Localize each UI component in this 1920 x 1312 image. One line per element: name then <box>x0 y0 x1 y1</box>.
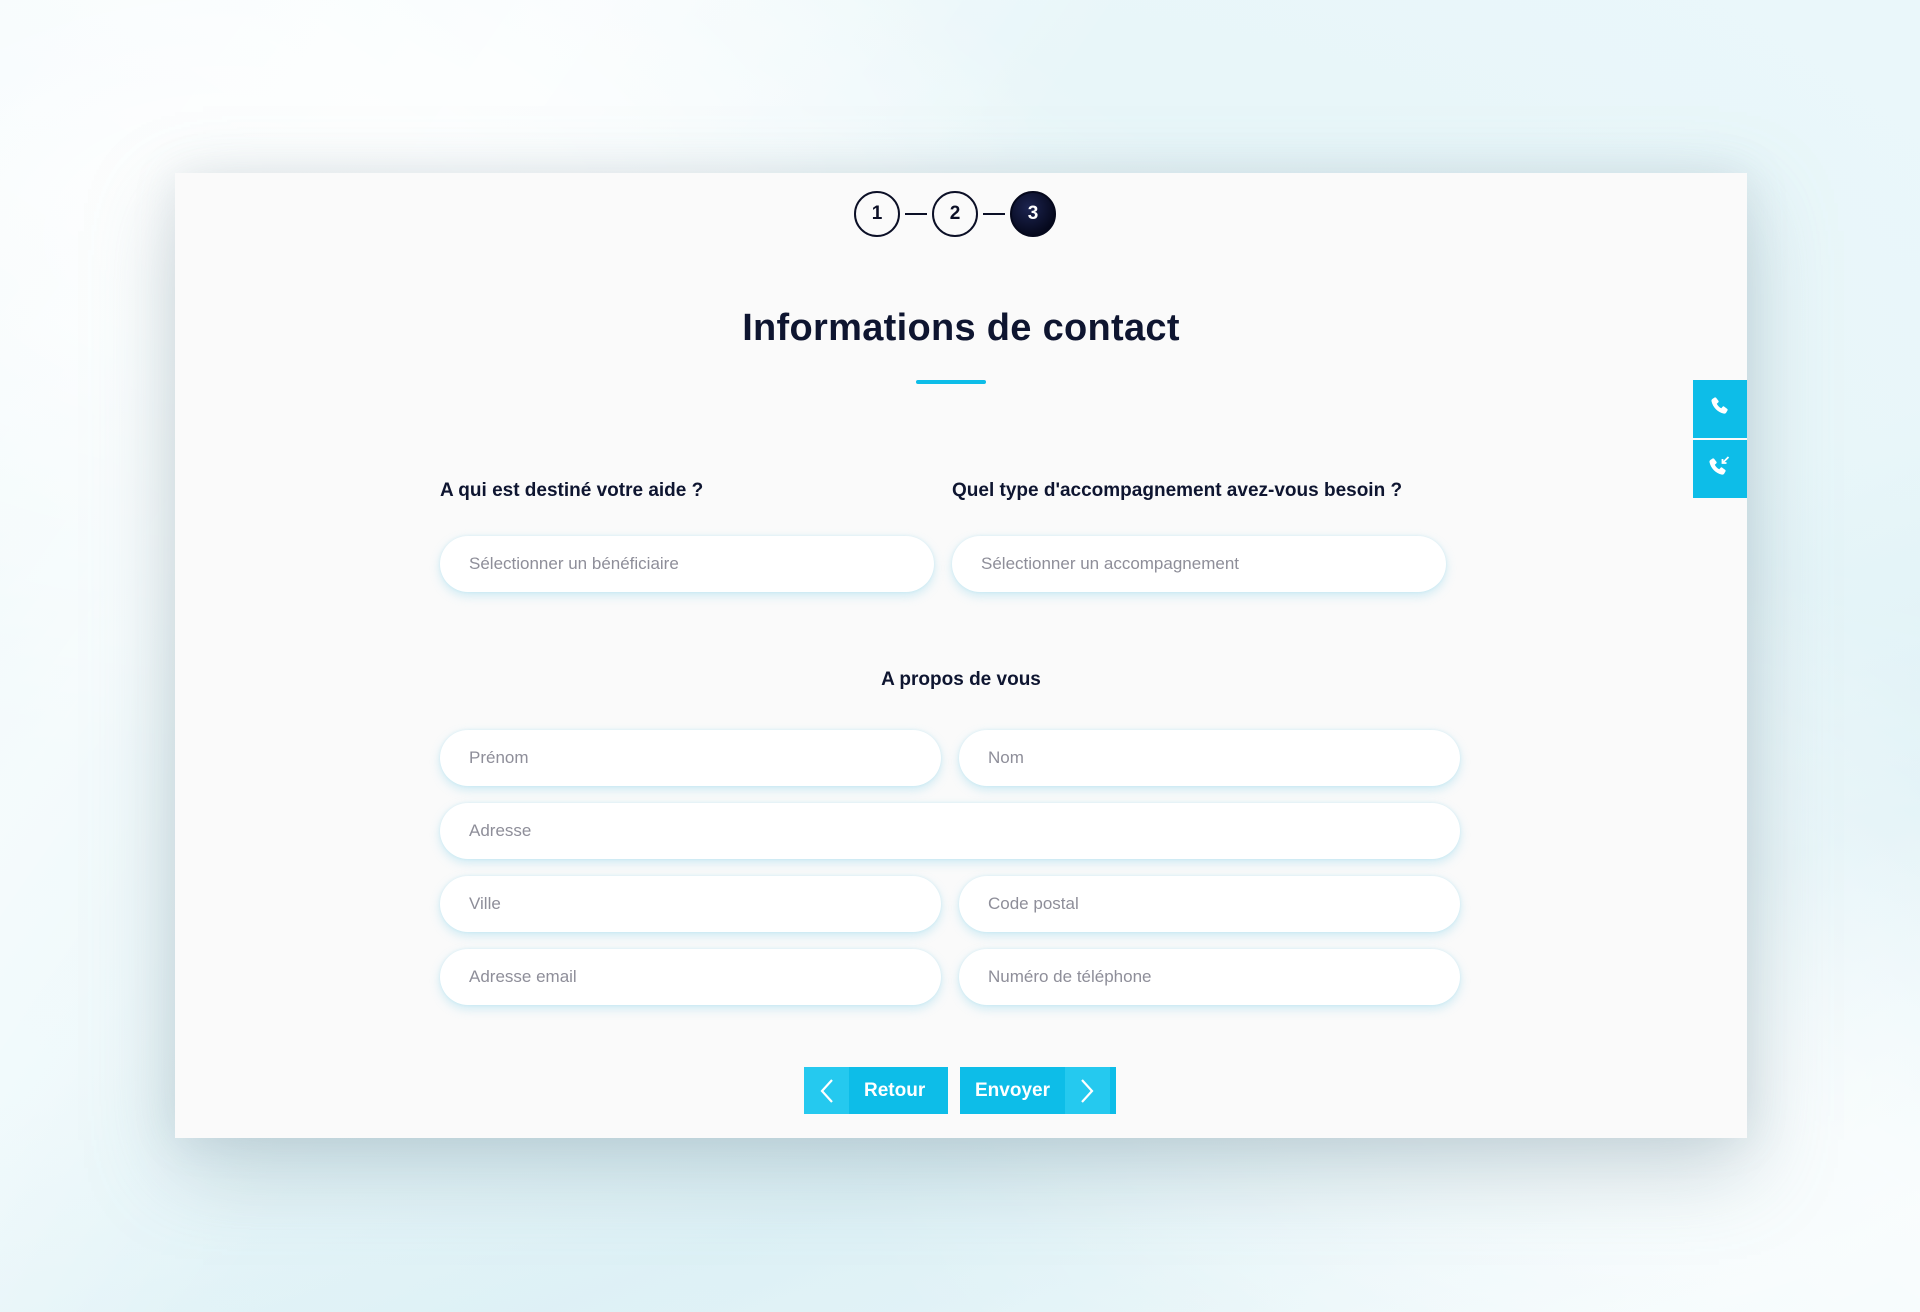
last-name-field[interactable]: Nom <box>959 730 1460 786</box>
callback-tab[interactable] <box>1693 440 1747 498</box>
phone-placeholder: Numéro de téléphone <box>988 967 1152 986</box>
first-name-field[interactable]: Prénom <box>440 730 941 786</box>
support-type-select-placeholder: Sélectionner un accompagnement <box>981 554 1239 573</box>
support-type-label: Quel type d'accompagnement avez-vous bes… <box>952 480 1403 501</box>
beneficiary-select-placeholder: Sélectionner un bénéficiaire <box>469 554 679 573</box>
step-connector <box>983 213 1005 215</box>
chevron-right-icon <box>1064 1067 1110 1114</box>
address-field[interactable]: Adresse <box>440 803 1460 859</box>
send-button[interactable]: Envoyer <box>960 1067 1116 1114</box>
form-card: 1 2 3 Informations de contact A qui est … <box>175 173 1747 1138</box>
send-button-label: Envoyer <box>975 1079 1050 1101</box>
stepper: 1 2 3 <box>854 191 1056 237</box>
page-title: Informations de contact <box>742 307 1180 349</box>
call-tab[interactable] <box>1693 380 1747 438</box>
step-3-active[interactable]: 3 <box>1010 191 1056 237</box>
city-field[interactable]: Ville <box>440 876 941 932</box>
phone-icon <box>1708 395 1732 424</box>
city-placeholder: Ville <box>469 894 501 913</box>
phone-incoming-icon <box>1707 454 1733 485</box>
address-placeholder: Adresse <box>469 821 532 840</box>
step-connector <box>905 213 927 215</box>
beneficiary-label: A qui est destiné votre aide ? <box>440 480 704 501</box>
postal-code-placeholder: Code postal <box>988 894 1079 913</box>
support-type-select[interactable]: Sélectionner un accompagnement <box>952 536 1446 592</box>
step-2[interactable]: 2 <box>932 191 978 237</box>
first-name-placeholder: Prénom <box>469 748 529 767</box>
email-field[interactable]: Adresse email <box>440 949 941 1005</box>
last-name-placeholder: Nom <box>988 748 1024 767</box>
beneficiary-select[interactable]: Sélectionner un bénéficiaire <box>440 536 934 592</box>
back-button-label: Retour <box>864 1079 926 1101</box>
phone-field[interactable]: Numéro de téléphone <box>959 949 1460 1005</box>
back-button[interactable]: Retour <box>804 1067 948 1114</box>
about-section-label: A propos de vous <box>881 669 1041 690</box>
chevron-left-icon <box>804 1067 849 1114</box>
step-1[interactable]: 1 <box>854 191 900 237</box>
postal-code-field[interactable]: Code postal <box>959 876 1460 932</box>
title-underline <box>916 380 986 384</box>
email-placeholder: Adresse email <box>469 967 577 986</box>
